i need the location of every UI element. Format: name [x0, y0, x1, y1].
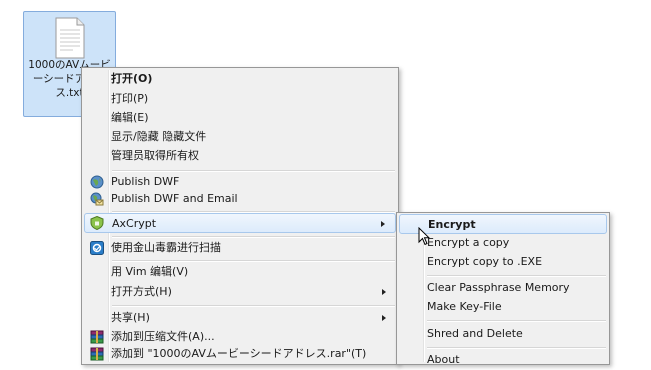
context-menu: 打开(O) 打印(P) 编辑(E) 显示/隐藏 隐藏文件 管理员取得所有权 Pu…: [81, 67, 399, 365]
submenu-item-label: Encrypt copy to .EXE: [427, 255, 543, 268]
text-file-icon: [55, 17, 85, 59]
menu-item-label: 共享(H): [111, 311, 150, 324]
menu-separator: [112, 305, 395, 307]
menu-item-label: Publish DWF and Email: [111, 192, 238, 205]
submenu-arrow-icon: [382, 289, 386, 295]
submenu-item-about[interactable]: About: [399, 350, 607, 370]
winrar-icon: [90, 347, 104, 361]
menu-item-take-ownership[interactable]: 管理员取得所有权: [84, 146, 396, 166]
submenu-item-make-key-file[interactable]: Make Key-File: [399, 297, 607, 317]
menu-separator: [427, 275, 606, 277]
menu-item-label: 打开(O): [111, 72, 153, 85]
menu-item-share[interactable]: 共享(H): [84, 308, 396, 328]
mouse-cursor-icon: [418, 227, 430, 246]
menu-item-label: AxCrypt: [112, 217, 157, 230]
menu-item-label: Publish DWF: [111, 175, 180, 188]
submenu-item-encrypt[interactable]: Encrypt: [399, 214, 607, 234]
menu-item-antivirus-scan[interactable]: 使用金山毒霸进行扫描: [84, 238, 396, 258]
submenu-item-label: Shred and Delete: [427, 327, 523, 340]
menu-item-label: 打印(P): [111, 92, 149, 105]
desktop: 1000のAVムービーシードアドレス.txt 打开(O) 打印(P) 编辑(E)…: [0, 0, 651, 366]
menu-item-label: 添加到压缩文件(A)...: [111, 330, 215, 343]
menu-item-label: 用 Vim 编辑(V): [111, 265, 189, 278]
submenu-item-label: Clear Passphrase Memory: [427, 281, 570, 294]
shield-icon: [90, 216, 104, 230]
menu-item-label: 打开方式(H): [111, 285, 172, 298]
submenu-item-label: Encrypt a copy: [427, 236, 510, 249]
menu-item-edit[interactable]: 编辑(E): [84, 108, 396, 128]
menu-item-add-to-named-rar[interactable]: 添加到 "1000のAVムービーシードアドレス.rar"(T): [84, 344, 396, 364]
menu-item-toggle-hidden-files[interactable]: 显示/隐藏 隐藏文件: [84, 127, 396, 147]
submenu-arrow-icon: [381, 221, 385, 227]
menu-item-publish-dwf-email[interactable]: Publish DWF and Email: [84, 189, 396, 209]
menu-item-label: 显示/隐藏 隐藏文件: [111, 130, 207, 143]
globe-icon: [90, 175, 104, 189]
antivirus-icon: [90, 241, 104, 255]
menu-item-open-with[interactable]: 打开方式(H): [84, 282, 396, 302]
menu-item-label: 添加到 "1000のAVムービーシードアドレス.rar"(T): [111, 347, 367, 360]
menu-item-label: 使用金山毒霸进行扫描: [111, 241, 221, 254]
menu-separator: [427, 347, 606, 349]
menu-separator: [427, 320, 606, 322]
menu-item-print[interactable]: 打印(P): [84, 89, 396, 109]
globe-email-icon: [90, 192, 104, 206]
submenu-item-encrypt-copy[interactable]: Encrypt a copy: [399, 233, 607, 253]
submenu-item-label: Encrypt: [428, 218, 476, 231]
submenu-item-label: About: [427, 353, 460, 366]
submenu-item-clear-passphrase[interactable]: Clear Passphrase Memory: [399, 278, 607, 298]
menu-item-label: 编辑(E): [111, 111, 149, 124]
winrar-icon: [90, 330, 104, 344]
menu-item-edit-with-vim[interactable]: 用 Vim 编辑(V): [84, 262, 396, 282]
menu-item-open[interactable]: 打开(O): [84, 69, 396, 89]
menu-item-label: 管理员取得所有权: [111, 149, 199, 162]
submenu-item-label: Make Key-File: [427, 300, 502, 313]
submenu-arrow-icon: [382, 315, 386, 321]
menu-item-axcrypt[interactable]: AxCrypt: [84, 213, 396, 233]
submenu-item-shred-delete[interactable]: Shred and Delete: [399, 324, 607, 344]
submenu-item-encrypt-copy-exe[interactable]: Encrypt copy to .EXE: [399, 252, 607, 272]
